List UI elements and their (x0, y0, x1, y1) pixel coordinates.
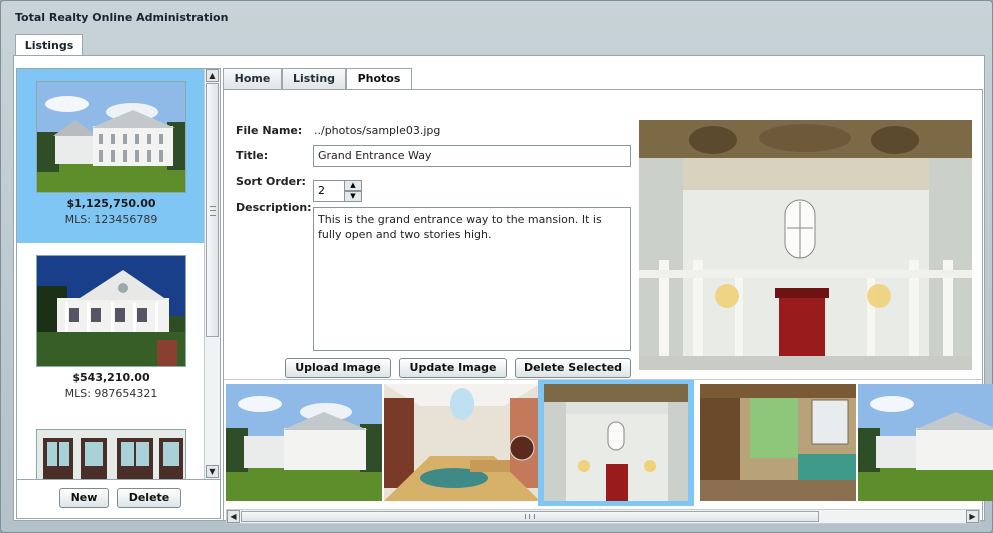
outer-tabbar: Listings (13, 34, 985, 56)
update-image-button[interactable]: Update Image (399, 358, 507, 378)
tab-listing[interactable]: Listing (282, 68, 346, 89)
japanese-interior-photo[interactable] (700, 384, 856, 501)
delete-listing-button[interactable]: Delete (117, 488, 181, 508)
file-name-label: File Name: (236, 124, 303, 137)
app-title: Total Realty Online Administration (15, 11, 229, 24)
stepper-up-icon[interactable]: ▲ (344, 180, 362, 191)
file-name-value: ../photos/sample03.jpg (314, 124, 441, 137)
title-label: Title: (236, 149, 269, 162)
photo-thumbnail-strip: ◀ ▶ (224, 379, 993, 524)
listing-mls: MLS: 123456789 (64, 213, 158, 226)
white-mansion-photo (36, 81, 186, 193)
sort-order-value[interactable]: 2 (313, 180, 345, 202)
white-mansion-photo[interactable] (858, 384, 993, 501)
scroll-thumb[interactable] (241, 511, 819, 522)
listings-panel: $1,125,750.00 MLS: 123456789 $543,210.00… (13, 55, 993, 524)
blue-victorian-house-photo (36, 255, 186, 367)
tab-home[interactable]: Home (223, 68, 282, 89)
sort-order-label: Sort Order: (236, 175, 306, 188)
listing-list[interactable]: $1,125,750.00 MLS: 123456789 $543,210.00… (16, 68, 221, 480)
delete-selected-button[interactable]: Delete Selected (515, 358, 631, 378)
stepper-down-icon[interactable]: ▼ (344, 191, 362, 202)
listing-price: $1,125,750.00 (66, 197, 156, 210)
description-label: Description: (236, 201, 312, 214)
upload-image-button[interactable]: Upload Image (285, 358, 391, 378)
listing-item[interactable]: $543,210.00 MLS: 987654321 (17, 243, 205, 417)
scroll-left-icon[interactable]: ◀ (227, 510, 240, 523)
scroll-up-icon[interactable]: ▲ (206, 69, 219, 82)
scroll-right-icon[interactable]: ▶ (966, 510, 979, 523)
listing-detail: Home Listing Photos File Name: ../photos… (223, 68, 993, 524)
tab-listings[interactable]: Listings (15, 34, 83, 56)
tab-photos[interactable]: Photos (346, 68, 412, 90)
photos-panel: File Name: ../photos/sample03.jpg Title:… (223, 89, 993, 524)
app-window: Total Realty Online Administration Listi… (0, 0, 993, 533)
thumbnail-scrollbar[interactable]: ◀ ▶ (226, 509, 980, 524)
listing-item[interactable] (17, 417, 205, 479)
interior-windows-photo (36, 429, 186, 479)
listing-actions: New Delete (16, 479, 221, 519)
listing-item[interactable]: $1,125,750.00 MLS: 123456789 (17, 69, 205, 243)
description-textarea[interactable]: This is the grand entrance way to the ma… (313, 207, 631, 351)
new-listing-button[interactable]: New (59, 488, 109, 508)
listing-mls: MLS: 987654321 (64, 387, 158, 400)
scroll-thumb[interactable] (206, 83, 219, 337)
scroll-down-icon[interactable]: ▼ (206, 465, 219, 478)
white-mansion-photo[interactable] (226, 384, 382, 501)
grand-hall-photo[interactable] (538, 380, 694, 506)
sort-order-stepper[interactable]: 2 ▲ ▼ (313, 180, 363, 202)
grand-hall-photo (639, 120, 972, 370)
listing-scrollbar[interactable]: ▲ ▼ (204, 69, 220, 479)
listing-price: $543,210.00 (72, 371, 150, 384)
title-input[interactable]: Grand Entrance Way (313, 145, 631, 167)
modern-living-room-photo[interactable] (384, 384, 540, 501)
